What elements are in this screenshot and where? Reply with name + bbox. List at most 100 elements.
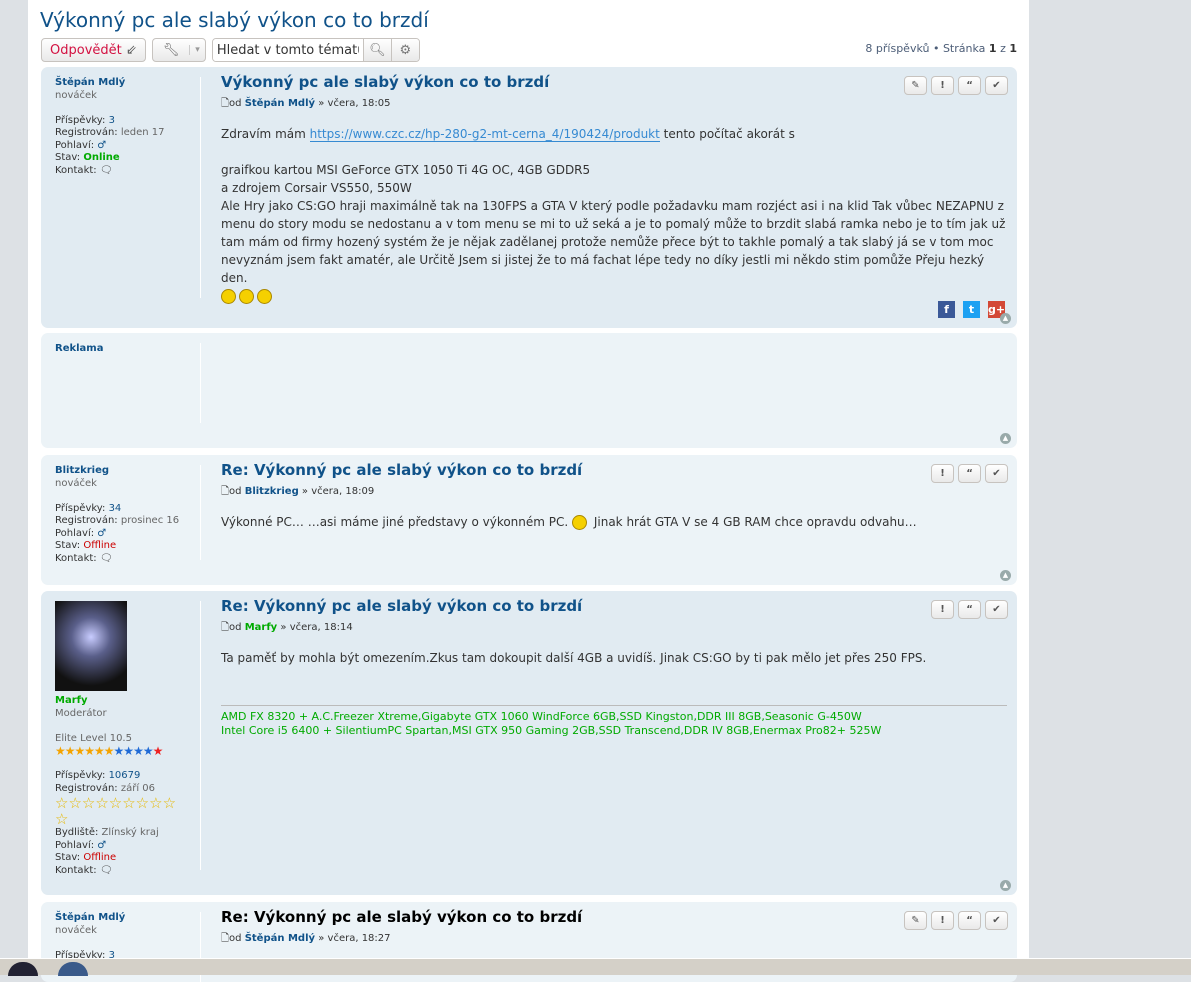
post-count-link[interactable]: 10679 [109,770,141,781]
quote-icon[interactable]: “ [958,600,981,619]
post-time: včera, 18:09 [311,486,375,497]
contact-icon[interactable]: 🗨︎ [100,865,113,876]
reply-label: Odpovědět [50,42,122,58]
username-link[interactable]: Štěpán Mdlý [55,912,200,925]
smiley-icon [239,289,254,304]
twitter-icon[interactable]: t [963,301,980,318]
edit-icon[interactable]: ✎ [904,76,927,95]
tools-button[interactable]: 🔧︎ ▾ [151,38,206,62]
label: Pohlaví: [55,839,95,851]
reply-button[interactable]: Odpovědět ⇙ [41,38,146,62]
quote-icon[interactable]: “ [958,76,981,95]
quote-icon[interactable]: “ [958,464,981,483]
quote-icon[interactable]: “ [958,911,981,930]
check-icon[interactable]: ✔ [985,76,1008,95]
text: Jinak hrát GTA V se 4 GB RAM chce opravd… [590,515,917,529]
topic-search: 🔍︎ ⚙ [211,38,420,62]
post-content: Výkonné PC… …asi máme jiné představy o v… [221,513,1007,531]
username-link[interactable]: Štěpán Mdlý [55,77,200,90]
post-body: Výkonný pc ale slabý výkon co to brzdí 🗋… [221,73,1007,305]
by-label: od [229,486,242,497]
contact-icon[interactable]: 🗨︎ [100,165,113,176]
label: Příspěvky: [55,502,106,514]
facebook-icon[interactable]: f [938,301,955,318]
report-icon[interactable]: ! [931,76,954,95]
label: Stav: [55,152,81,163]
post-count-link[interactable]: 34 [109,503,122,514]
label: Kontakt: [55,552,97,564]
author-link[interactable]: Štěpán Mdlý [245,98,315,109]
back-to-top-icon[interactable]: ▲ [1000,570,1011,581]
check-icon[interactable]: ✔ [985,600,1008,619]
check-icon[interactable]: ✔ [985,911,1008,930]
post-profile: Reklama [55,343,201,423]
signature: AMD FX 8320 + A.C.Freezer Xtreme,Gigabyt… [221,705,1007,738]
page-total: 1 [1009,42,1017,55]
report-icon[interactable]: ! [931,464,954,483]
text: tento počítač akorát s [659,127,795,141]
post: Marfy Moderátor Elite Level 10.5 ★★★★★★★… [41,591,1017,895]
post-actions: ✎! “✔ [904,76,1008,95]
post-body: Re: Výkonný pc ale slabý výkon co to brz… [221,908,1007,960]
status-badge: Offline [83,540,117,551]
post-title[interactable]: Výkonný pc ale slabý výkon co to brzdí [221,73,1007,91]
level-stars-icon: ★★★★★★★★★★★ [55,744,163,758]
male-icon: ♂ [97,839,107,851]
text: Ale Hry jako CS:GO hraji maximálně tak n… [221,199,1006,285]
ad-label: Reklama [55,343,104,354]
taskbar [0,958,1191,976]
report-icon[interactable]: ! [931,911,954,930]
by-label: od [229,98,242,109]
gear-icon[interactable]: ⚙ [390,39,419,61]
author-link[interactable]: Štěpán Mdlý [245,933,315,944]
by-label: od [229,622,242,633]
post: Blitzkrieg nováček Příspěvky: 34 Registr… [41,455,1017,585]
pagination: 8 příspěvků • Stránka 1 z 1 [865,42,1017,55]
topic-toolbar: Odpovědět ⇙ 🔧︎ ▾ 🔍︎ ⚙ [41,38,420,62]
post-icon: 🗋︎ [221,622,230,633]
post-profile: Blitzkrieg nováček Příspěvky: 34 Registr… [55,465,201,564]
report-icon[interactable]: ! [931,600,954,619]
post-title[interactable]: Re: Výkonný pc ale slabý výkon co to brz… [221,597,1007,615]
post-count-link[interactable]: 3 [109,115,115,126]
check-icon[interactable]: ✔ [985,464,1008,483]
page: Výkonný pc ale slabý výkon co to brzdí O… [28,0,1029,982]
post-icon: 🗋︎ [221,486,230,497]
user-rank: nováček [55,89,97,101]
post-body: Re: Výkonný pc ale slabý výkon co to brz… [221,597,1007,738]
post-author: 🗋︎od Štěpán Mdlý » včera, 18:05 [221,96,1007,113]
sad-smiley-icon [257,289,272,304]
post-title[interactable]: Re: Výkonný pc ale slabý výkon co to brz… [221,461,1007,479]
post-actions: ! “✔ [931,600,1008,619]
author-link[interactable]: Marfy [245,622,278,633]
back-to-top-icon[interactable]: ▲ [1000,313,1011,324]
contact-icon[interactable]: 🗨︎ [100,553,113,564]
sep: » [301,486,309,497]
ad-post: Reklama ▲ [41,333,1017,448]
taskbar-app-icon[interactable] [8,962,38,976]
post-title[interactable]: Re: Výkonný pc ale slabý výkon co to brz… [221,908,1007,926]
username-link[interactable]: Marfy [55,695,200,708]
grin-smiley-icon [572,515,588,530]
text: Výkonné PC… …asi máme jiné představy o v… [221,515,573,529]
text: graifkou kartou MSI GeForce GTX 1050 Ti … [221,163,591,177]
post-author: 🗋︎od Štěpán Mdlý » včera, 18:27 [221,931,1007,948]
taskbar-app-icon[interactable] [58,962,88,976]
search-icon[interactable]: 🔍︎ [362,39,391,61]
username-link[interactable]: Blitzkrieg [55,465,200,478]
reply-arrow-icon: ⇙ [125,42,137,58]
topic-title[interactable]: Výkonný pc ale slabý výkon co to brzdí [40,8,429,32]
product-link[interactable]: https://www.czc.cz/hp-280-g2-mt-cerna_4/… [309,127,660,142]
label: Pohlaví: [55,527,95,539]
back-to-top-icon[interactable]: ▲ [1000,880,1011,891]
edit-icon[interactable]: ✎ [904,911,927,930]
search-input[interactable] [212,39,363,61]
author-link[interactable]: Blitzkrieg [245,486,299,497]
signature-line: AMD FX 8320 + A.C.Freezer Xtreme,Gigabyt… [221,710,862,723]
avatar[interactable] [55,601,127,691]
post-profile: Štěpán Mdlý nováček Příspěvky: 3 Registr… [55,77,201,298]
back-to-top-icon[interactable]: ▲ [1000,433,1011,444]
label: Registrován: [55,782,118,794]
label: Stav: [55,540,81,551]
post-author: 🗋︎od Marfy » včera, 18:14 [221,620,1007,637]
